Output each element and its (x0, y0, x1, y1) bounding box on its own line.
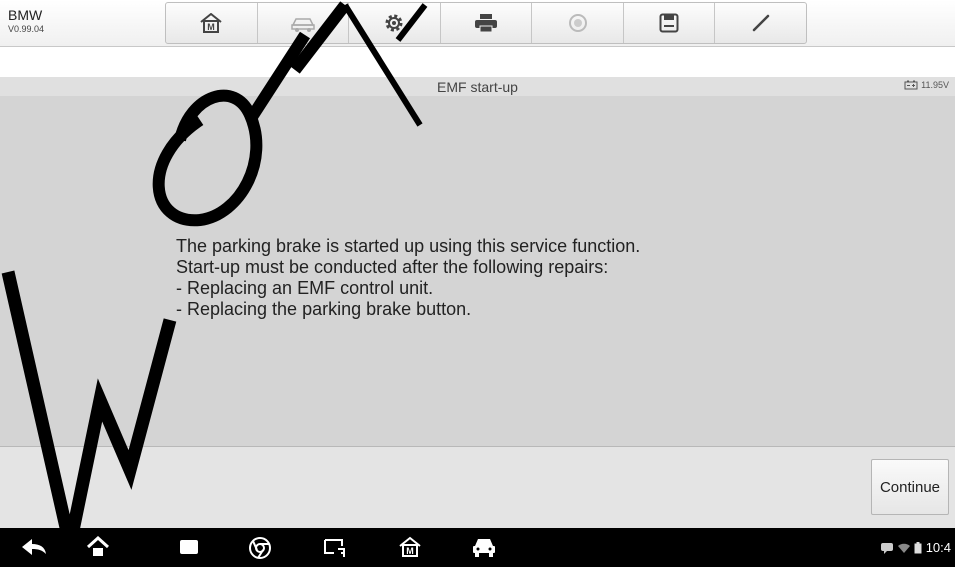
svg-text:M: M (208, 22, 216, 32)
battery-voltage: 11.95V (921, 80, 949, 90)
home-icon[interactable] (86, 536, 110, 558)
edit-button[interactable] (715, 3, 806, 43)
back-icon[interactable] (20, 536, 48, 558)
vehicle-menu-icon[interactable] (471, 536, 497, 558)
pencil-icon (752, 14, 769, 32)
message-icon (880, 542, 893, 554)
printer-icon (475, 14, 498, 33)
help-button[interactable] (532, 3, 624, 43)
message-panel: The parking brake is started up using th… (0, 96, 955, 447)
message-line: The parking brake is started up using th… (176, 236, 641, 256)
print-button[interactable] (441, 3, 533, 43)
action-footer: Continue (0, 447, 955, 528)
battery-status-icon (914, 541, 922, 553)
clock: 10:4 (925, 540, 951, 555)
help-icon (568, 14, 587, 32)
maxisys-home-icon[interactable]: M (398, 536, 422, 558)
message-line: - Replacing the parking brake button. (176, 299, 472, 319)
top-bar: BMW V0.99.04 M (0, 0, 955, 47)
brand-name: BMW (8, 7, 43, 23)
settings-button[interactable] (349, 3, 441, 43)
floppy-icon (659, 13, 679, 33)
browser-icon[interactable] (248, 536, 272, 560)
gear-icon (385, 14, 403, 32)
vehicle-swap-button[interactable] (258, 3, 350, 43)
instruction-text: The parking brake is started up using th… (176, 236, 640, 320)
vehicle-icon (291, 18, 315, 32)
recent-apps-icon[interactable] (178, 536, 200, 558)
screenshot-icon[interactable] (322, 536, 348, 560)
battery-status: 11.95V (904, 80, 949, 90)
page-title: EMF start-up (437, 79, 518, 95)
brand-block: BMW V0.99.04 (8, 7, 44, 35)
status-area: 10:4 (880, 540, 951, 555)
toolbar: M (165, 2, 807, 44)
function-title-bar: EMF start-up 11.95V (0, 77, 955, 97)
continue-button[interactable]: Continue (871, 459, 949, 515)
battery-icon (904, 80, 918, 90)
wifi-icon (897, 543, 910, 553)
svg-text:M: M (406, 546, 414, 556)
save-button[interactable] (624, 3, 716, 43)
system-nav-bar: M 10:4 (0, 528, 955, 567)
home-m-button[interactable]: M (166, 3, 258, 43)
message-line: Start-up must be conducted after the fol… (176, 257, 609, 277)
message-line: - Replacing an EMF control unit. (176, 278, 434, 298)
software-version: V0.99.04 (8, 24, 45, 34)
m-home-icon: M (200, 13, 222, 33)
